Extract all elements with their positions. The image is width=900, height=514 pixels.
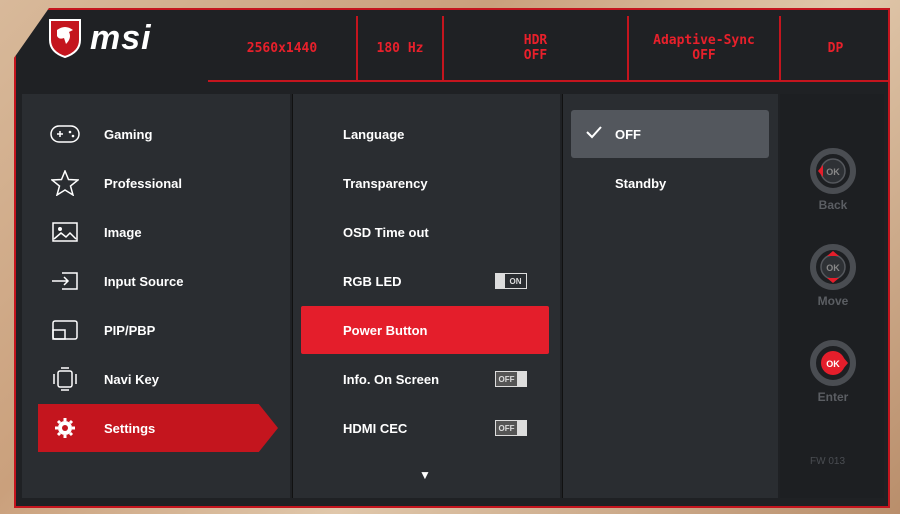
input-source-icon: [50, 268, 80, 294]
nav-item-image[interactable]: Image: [38, 208, 278, 256]
navi-key-icon: [50, 366, 80, 392]
rgb-led-toggle[interactable]: ON: [495, 273, 527, 289]
setting-osd-time-out[interactable]: OSD Time out: [301, 208, 549, 256]
gear-icon: [50, 415, 80, 441]
svg-text:OK: OK: [826, 167, 840, 177]
option-standby[interactable]: Standby: [571, 159, 769, 207]
nav-label: Professional: [104, 175, 183, 191]
svg-text:OK: OK: [826, 263, 840, 273]
key-back: OK Back: [806, 148, 860, 212]
pip-icon: [50, 317, 80, 343]
dragon-shield-icon: [49, 19, 81, 58]
firmware-version: FW 013: [810, 456, 846, 467]
setting-info-on-screen[interactable]: Info. On Screen OFF: [301, 355, 549, 403]
osd-header: msi 2560x1440 180 Hz HDR OFF Adaptive-Syn…: [28, 16, 890, 86]
main-menu: Gaming Professional Image Input Source P…: [22, 94, 290, 498]
nav-item-settings[interactable]: Settings: [38, 404, 278, 452]
nav-label: Image: [104, 224, 142, 240]
status-input: DP: [827, 40, 844, 56]
nav-label: Navi Key: [104, 371, 159, 387]
status-hdr: HDR OFF: [444, 16, 629, 80]
setting-hdmi-cec[interactable]: HDMI CEC OFF: [301, 404, 549, 452]
brand-name: msi: [90, 18, 152, 57]
info-on-screen-toggle[interactable]: OFF: [495, 371, 527, 387]
navi-enter-icon: OK: [810, 340, 856, 386]
status-resolution: 2560x1440: [208, 16, 358, 80]
nav-label: Input Source: [104, 273, 184, 289]
nav-item-pip-pbp[interactable]: PIP/PBP: [38, 306, 278, 354]
nav-label: Gaming: [104, 126, 153, 142]
svg-text:OK: OK: [826, 359, 840, 369]
image-icon: [50, 219, 80, 245]
key-move: OK Move: [806, 244, 860, 308]
msi-logo: msi: [48, 18, 152, 58]
scroll-down-icon[interactable]: ▼: [419, 468, 431, 482]
navi-back-icon: OK: [810, 148, 856, 194]
nav-label: Settings: [104, 420, 156, 436]
status-adaptive-sync: Adaptive-Sync OFF: [629, 16, 781, 80]
settings-submenu: Language Transparency OSD Time out RGB L…: [292, 94, 560, 498]
hdmi-cec-toggle[interactable]: OFF: [495, 420, 527, 436]
navi-move-icon: OK: [810, 244, 856, 290]
power-button-options: OFF Standby: [562, 94, 778, 498]
key-enter: OK Enter: [806, 340, 860, 404]
star-icon: [50, 170, 80, 196]
setting-power-button[interactable]: Power Button: [301, 306, 549, 354]
setting-rgb-led[interactable]: RGB LED ON: [301, 257, 549, 305]
status-bar: 2560x1440 180 Hz HDR OFF Adaptive-Sync OFF…: [208, 16, 890, 82]
nav-label: PIP/PBP: [104, 322, 156, 338]
option-off[interactable]: OFF: [571, 110, 769, 158]
nav-item-gaming[interactable]: Gaming: [38, 110, 278, 158]
nav-item-navi-key[interactable]: Navi Key: [38, 355, 278, 403]
nav-item-input-source[interactable]: Input Source: [38, 257, 278, 305]
setting-transparency[interactable]: Transparency: [301, 159, 549, 207]
setting-language[interactable]: Language: [301, 110, 549, 158]
navi-key-guide: OK Back OK Move OK Enter FW 013: [780, 94, 884, 498]
check-icon: [586, 126, 602, 139]
nav-item-professional[interactable]: Professional: [38, 159, 278, 207]
gamepad-icon: [50, 121, 80, 147]
status-refresh-rate: 180 Hz: [358, 16, 444, 80]
